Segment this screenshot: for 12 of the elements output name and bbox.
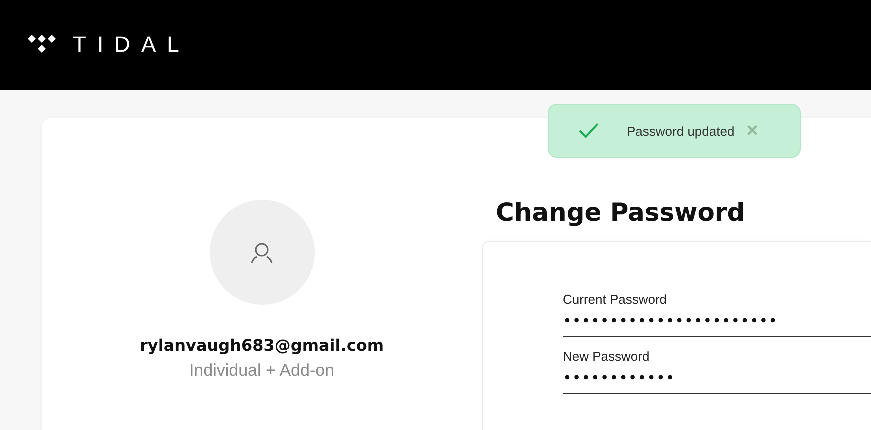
logo-icon	[27, 34, 59, 56]
toast-message: Password updated	[627, 124, 735, 138]
subscription-plan: Individual + Add-on	[189, 361, 335, 381]
user-icon	[249, 242, 275, 264]
checkmark-icon	[579, 123, 599, 139]
account-email: rylanvaugh683@gmail.com	[140, 336, 384, 355]
field-label: Current Password	[563, 292, 668, 307]
password-field[interactable]: •••••••••••••••••••••••	[563, 312, 863, 330]
password-field[interactable]: ••••••••••••	[563, 369, 863, 387]
section-title: Change Password	[496, 198, 746, 227]
brand-name: TIDAL	[73, 32, 190, 58]
field-label: New Password	[563, 349, 651, 364]
